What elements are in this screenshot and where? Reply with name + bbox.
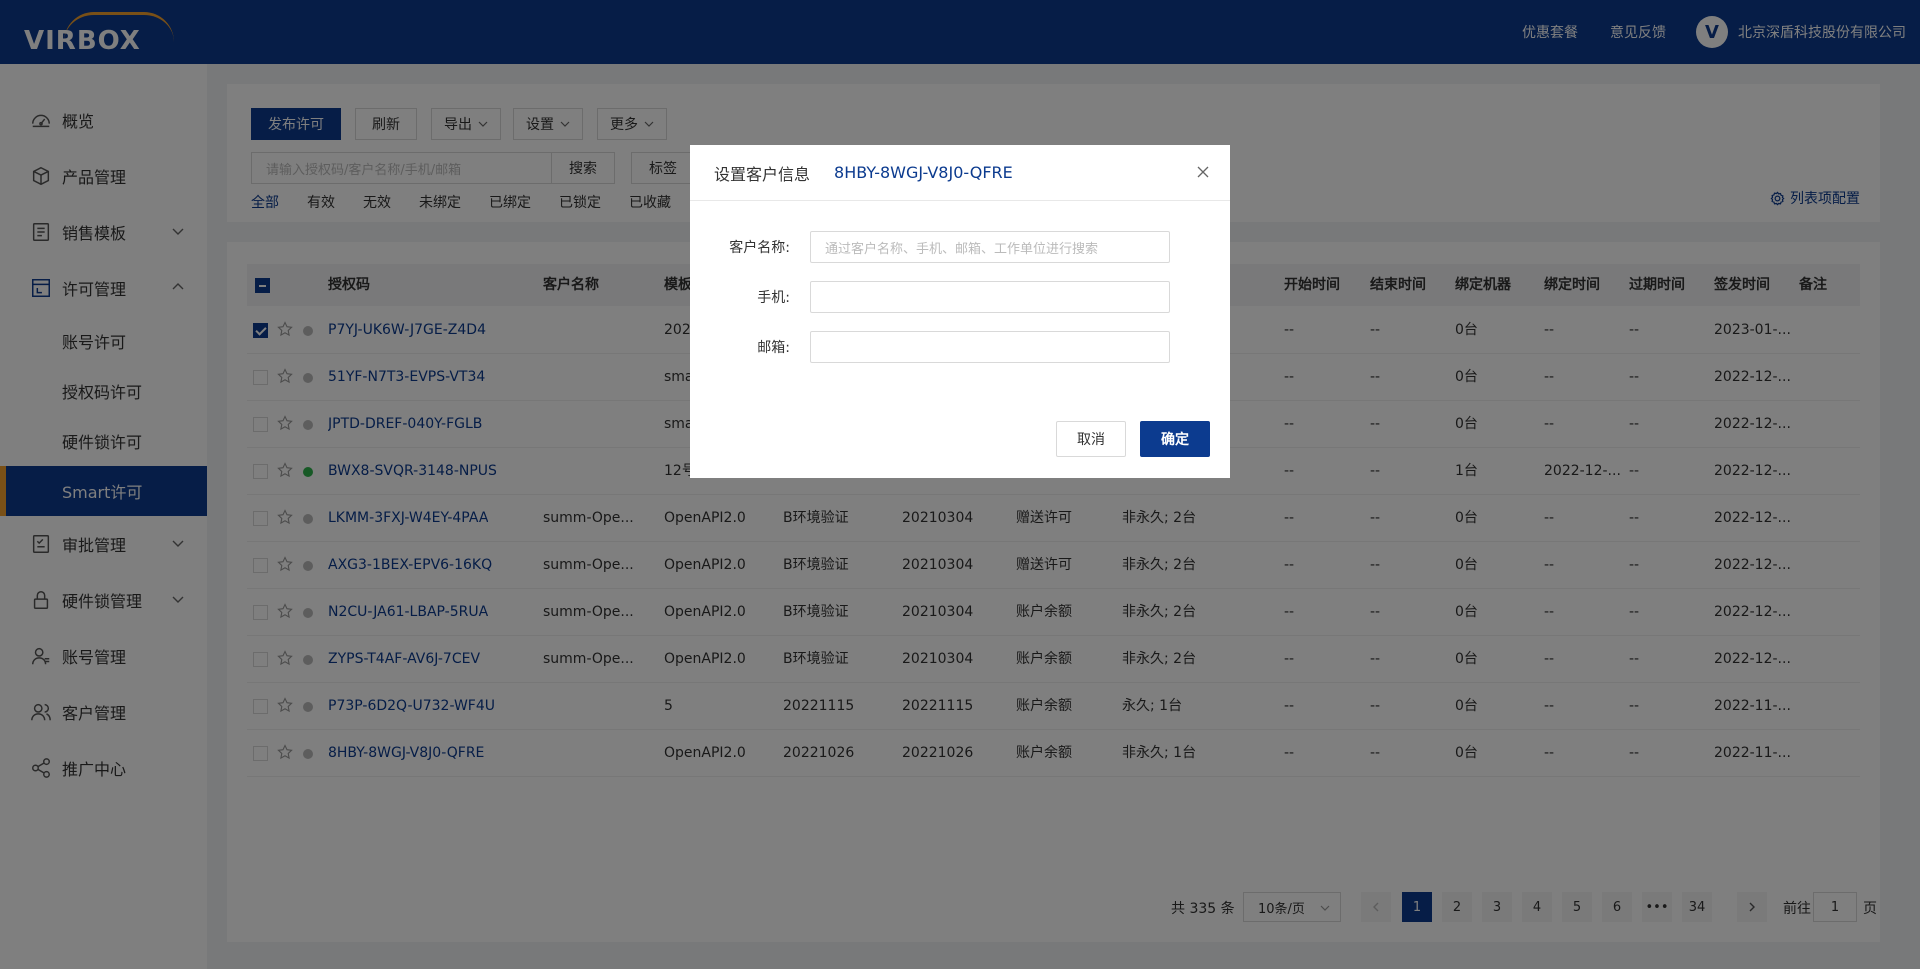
confirm-button[interactable]: 确定: [1140, 421, 1210, 457]
dialog-title: 设置客户信息: [714, 164, 811, 184]
dialog-header: 设置客户信息 8HBY-8WGJ-V8J0-QFRE: [690, 145, 1230, 201]
phone-input[interactable]: [810, 281, 1170, 313]
customer-info-dialog: 设置客户信息 8HBY-8WGJ-V8J0-QFRE 客户名称: 通过客户名称、…: [690, 145, 1230, 478]
form-row-customer: 客户名称: 通过客户名称、手机、邮箱、工作单位进行搜索: [690, 231, 1230, 263]
phone-label: 手机:: [757, 290, 790, 306]
customer-name-label: 客户名称:: [729, 240, 790, 256]
close-icon[interactable]: [1196, 165, 1210, 179]
form-row-email: 邮箱:: [690, 331, 1230, 363]
cancel-button[interactable]: 取消: [1056, 421, 1126, 457]
customer-name-input[interactable]: 通过客户名称、手机、邮箱、工作单位进行搜索: [810, 231, 1170, 263]
email-input[interactable]: [810, 331, 1170, 363]
form-row-phone: 手机:: [690, 281, 1230, 313]
dialog-license-code: 8HBY-8WGJ-V8J0-QFRE: [834, 163, 1013, 182]
email-label: 邮箱:: [757, 340, 790, 356]
